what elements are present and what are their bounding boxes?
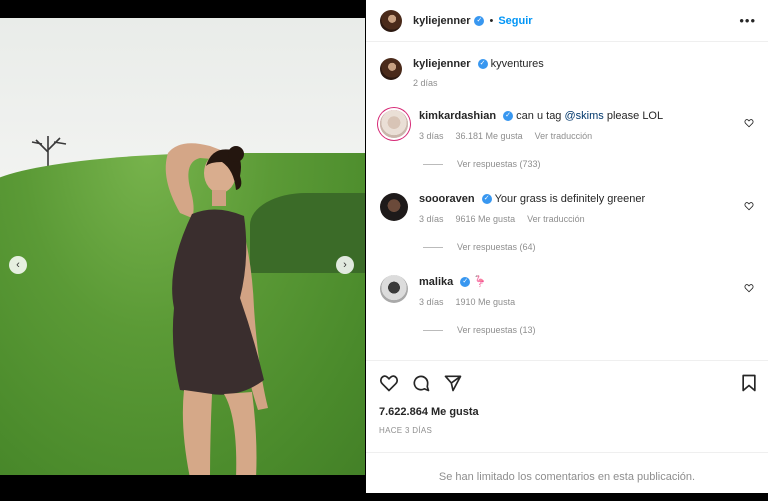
verified-badge-icon: ✓ [477,59,488,70]
more-options-icon[interactable]: ••• [739,13,756,28]
like-comment-heart-icon[interactable] [744,201,754,211]
comment-mention-link[interactable]: @skims [565,110,604,122]
likes-count[interactable]: 7.622.864 Me gusta [379,406,479,418]
author-avatar[interactable] [380,9,402,32]
post-photo[interactable]: ‹ › [0,18,365,475]
replies-label: Ver respuestas (13) [457,325,536,335]
comment-likes[interactable]: 9616 Me gusta [456,214,516,224]
comment-meta: 3 días 9616 Me gusta Ver traducción [419,214,758,224]
view-replies-button[interactable]: Ver respuestas (13) [423,325,758,335]
post-viewer: ‹ › kyliejenner ✓ • Seguir ••• kyliejenn… [0,0,768,493]
comment-text: malika ✓ 🦩 [419,275,758,288]
comment-content: Your grass is definitely greener [494,193,646,205]
comment-body: malika ✓ 🦩 3 días 1910 Me gusta [419,275,758,307]
comment-body: kimkardashian ✓ can u tag @skims please … [419,110,758,141]
comment-text-prefix: can u tag [516,110,562,122]
like-comment-heart-icon[interactable] [744,118,754,128]
model-figure [165,143,268,475]
comment-meta: 3 días 1910 Me gusta [419,297,758,307]
comment-body: soooraven ✓ Your grass is definitely gre… [419,193,758,224]
follow-button[interactable]: Seguir [498,15,532,27]
comment-time[interactable]: 3 días [419,131,444,141]
comment-time[interactable]: 3 días [419,297,444,307]
view-replies-button[interactable]: Ver respuestas (733) [423,159,758,169]
translate-link[interactable]: Ver traducción [527,214,585,224]
commenter-avatar[interactable] [380,275,408,303]
verified-badge-icon: ✓ [481,194,492,205]
comment-text-suffix: please LOL [606,110,664,122]
post-timestamp[interactable]: HACE 3 DÍAS [379,426,432,435]
paper-plane-icon[interactable] [443,373,463,393]
replies-label: Ver respuestas (64) [457,242,536,252]
comment-likes[interactable]: 1910 Me gusta [456,297,516,307]
heart-icon[interactable] [379,373,399,393]
replies-divider [423,246,443,248]
caption-username[interactable]: kyliejenner [413,58,470,70]
replies-divider [423,163,443,165]
chevron-right-icon: › [343,259,347,271]
like-comment-heart-icon[interactable] [744,283,754,293]
comment-item: malika ✓ 🦩 3 días 1910 Me gusta Ver resp… [380,275,758,335]
comment-item: kimkardashian ✓ can u tag @skims please … [380,110,758,169]
comment-meta: 3 días 36.181 Me gusta Ver traducción [419,131,758,141]
next-photo-button[interactable]: › [336,256,354,274]
view-replies-button[interactable]: Ver respuestas (64) [423,242,758,252]
previous-photo-button[interactable]: ‹ [9,256,27,274]
flamingo-emoji: 🦩 [473,276,488,288]
comment-item: soooraven ✓ Your grass is definitely gre… [380,193,758,252]
comment-likes[interactable]: 36.181 Me gusta [456,131,523,141]
top-letterbox [0,0,365,18]
post-caption: kyliejenner ✓ kyventures 2 días [380,58,544,88]
commenter-avatar[interactable] [380,110,408,138]
comments-limited-notice: Se han limitado los comentarios en esta … [366,452,768,494]
commenter-username[interactable]: soooraven [419,193,475,205]
comment-text: soooraven ✓ Your grass is definitely gre… [419,193,758,205]
comment-text: kimkardashian ✓ can u tag @skims please … [419,110,758,122]
verified-badge-icon: ✓ [474,15,485,26]
verified-badge-icon: ✓ [503,111,514,122]
post-side-panel: kyliejenner ✓ • Seguir ••• kyliejenner ✓… [366,0,768,493]
caption-author-avatar[interactable] [380,58,402,80]
author-username[interactable]: kyliejenner [413,15,470,27]
replies-divider [423,329,443,331]
commenter-username[interactable]: malika [419,276,453,288]
comment-time[interactable]: 3 días [419,214,444,224]
comment-bubble-icon[interactable] [411,373,431,393]
post-header: kyliejenner ✓ • Seguir ••• [366,0,768,42]
commenter-avatar[interactable] [380,193,408,221]
bookmark-icon[interactable] [739,373,759,393]
translate-link[interactable]: Ver traducción [535,131,593,141]
separator-dot: • [489,14,494,27]
replies-label: Ver respuestas (733) [457,159,541,169]
caption-text-block: kyliejenner ✓ kyventures 2 días [413,58,544,88]
bottom-letterbox [0,475,365,493]
commenter-username[interactable]: kimkardashian [419,110,496,122]
caption-mention[interactable]: kyventures [491,58,544,70]
caption-time[interactable]: 2 días [413,78,544,88]
verified-badge-icon: ✓ [460,277,471,288]
action-bar [366,360,768,407]
chevron-left-icon: ‹ [16,259,20,271]
